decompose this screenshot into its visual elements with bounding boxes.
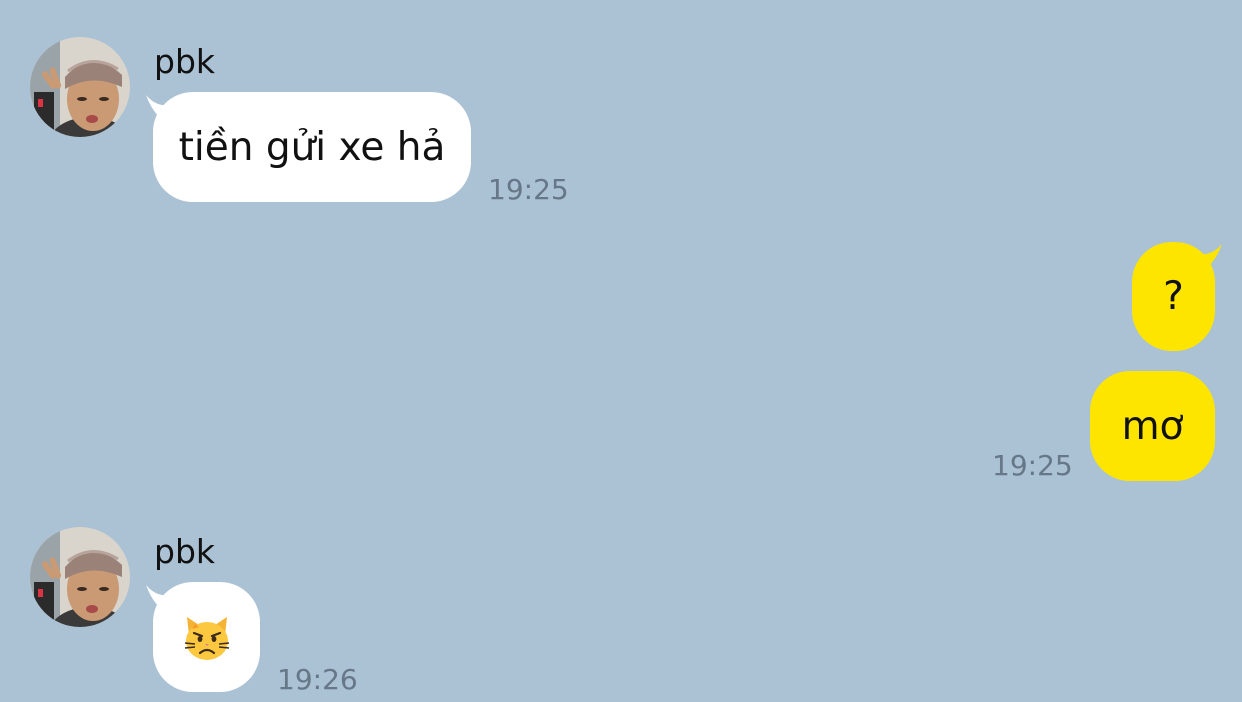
message-bubble[interactable]: mơ (1090, 371, 1215, 481)
sender-name: pbk (154, 42, 216, 81)
message-text: mơ (1121, 403, 1184, 449)
message-bubble[interactable] (153, 582, 260, 692)
message-bubble[interactable]: tiền gửi xe hả (153, 92, 471, 202)
avatar-photo-icon (30, 527, 130, 627)
message-timestamp: 19:25 (488, 173, 569, 206)
sender-avatar[interactable] (30, 37, 130, 137)
message-text: tiền gửi xe hả (178, 124, 446, 170)
message-bubble[interactable]: ? (1132, 242, 1215, 351)
pouting-cat-face-icon (181, 611, 233, 663)
avatar-photo-icon (30, 37, 130, 137)
message-text: ? (1163, 274, 1184, 319)
sender-avatar[interactable] (30, 527, 130, 627)
sender-name: pbk (154, 532, 216, 571)
message-timestamp: 19:26 (277, 663, 358, 696)
chat-area[interactable]: pbk tiền gửi xe hả 19:25 ? mơ 19:25 pbk … (0, 0, 1242, 702)
message-timestamp: 19:25 (992, 449, 1073, 482)
